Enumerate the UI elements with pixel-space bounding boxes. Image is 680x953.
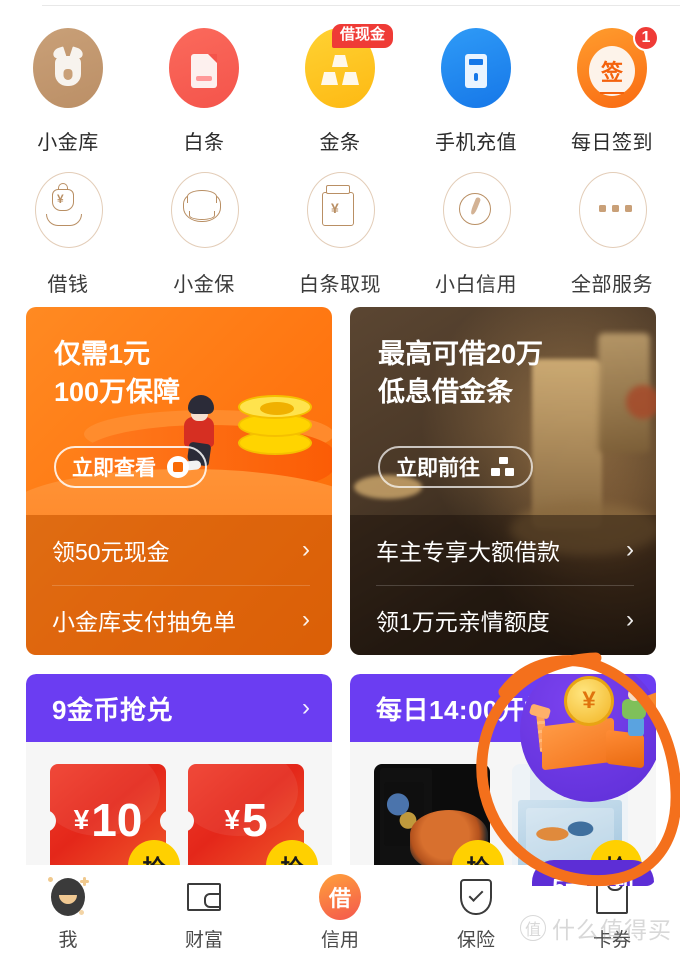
quick-entry-jintiao[interactable]: 借现金 金条	[278, 24, 402, 155]
watermark-logo-icon: 值	[520, 915, 546, 941]
credit-glyph: 借	[319, 874, 361, 920]
baitiao-card-icon	[165, 28, 243, 114]
promo-card-row: 9金币抢兑 › ¥10 抢 ¥5 抢	[26, 674, 656, 886]
tab-credit[interactable]: 借 信用	[272, 874, 408, 952]
person-illustration	[620, 688, 650, 736]
link-label: 车主专享大额借款	[376, 539, 560, 565]
coin-exchange-card[interactable]: 9金币抢兑 › ¥10 抢 ¥5 抢	[26, 674, 332, 886]
quick-entry-label: 白条取现	[299, 274, 381, 296]
loan-link-row[interactable]: 车主专享大额借款 ›	[350, 515, 656, 585]
insurance-cta-label: 立即查看	[72, 457, 156, 480]
quick-entry-label: 借钱	[47, 274, 89, 296]
site-watermark: 值 什么值得买	[520, 911, 672, 945]
tab-label: 财富	[184, 930, 223, 951]
hand-money-bag-icon: ¥	[29, 170, 107, 256]
coin-exchange-header[interactable]: 9金币抢兑 ›	[26, 674, 332, 742]
link-label: 领50元现金	[52, 539, 170, 565]
quick-entry-all-services[interactable]: 全部服务	[550, 170, 674, 297]
product-tile-snack[interactable]: 抢	[374, 764, 504, 886]
insurance-card-links: 领50元现金 › 小金库支付抽免单 ›	[26, 515, 332, 655]
chevron-right-icon: ›	[626, 536, 634, 563]
money-bag-icon	[29, 28, 107, 114]
quick-entry-daily-checkin[interactable]: 签 1 每日签到	[550, 25, 674, 155]
chevron-right-icon: ›	[302, 536, 310, 563]
promo-tag-badge: 借现金	[331, 24, 393, 48]
insurance-card-title: 仅需1元 100万保障	[54, 339, 181, 408]
quick-entry-xiaojinku[interactable]: 小金库	[6, 28, 130, 155]
app-screen: 小金库 白条 借现金 金条 手机充值 签 1 每日签到 ¥ 借钱 小金保 ¥ 白…	[0, 0, 680, 953]
phone-recharge-icon	[437, 28, 515, 114]
quick-entry-xiaojinbao[interactable]: 小金保	[142, 170, 266, 297]
quick-entry-label: 小白信用	[435, 274, 517, 296]
tab-wealth[interactable]: 财富	[136, 875, 272, 952]
quick-entry-baitiao-withdraw[interactable]: ¥ 白条取现	[278, 170, 402, 297]
insurance-link-row[interactable]: 小金库支付抽免单 ›	[26, 585, 332, 655]
quick-entry-label: 每日签到	[571, 132, 653, 154]
quick-entry-label: 手机充值	[435, 132, 517, 154]
chevron-right-icon: ›	[302, 694, 310, 721]
quick-entry-baitiao[interactable]: 白条	[142, 28, 266, 155]
tab-label: 信用	[320, 930, 359, 951]
quick-entry-row-secondary: ¥ 借钱 小金保 ¥ 白条取现 小白信用 全部服务	[0, 170, 680, 297]
coupon-tile[interactable]: ¥5 抢	[178, 746, 318, 886]
loan-cta-label: 立即前往	[396, 457, 480, 480]
quick-entry-label: 小金保	[173, 274, 235, 296]
checkin-stamp-icon: 签 1	[573, 25, 659, 114]
coupon-tile[interactable]: ¥10 抢	[40, 746, 180, 886]
gold-bars-icon: 借现金	[301, 24, 393, 114]
welfare-badge: 5元福利	[532, 860, 654, 886]
more-dots-icon	[573, 170, 651, 256]
loan-cta-button[interactable]: 立即前往	[378, 446, 533, 488]
link-label: 小金库支付抽免单	[52, 609, 236, 635]
chevron-right-icon: ›	[626, 606, 634, 633]
notification-count-badge: 1	[633, 25, 659, 51]
profile-avatar-icon	[46, 875, 90, 919]
tab-label: 保险	[456, 930, 495, 951]
shield-square-icon	[167, 456, 189, 478]
loan-card-links: 车主专享大额借款 › 领1万元亲情额度 ›	[350, 515, 656, 655]
tab-me[interactable]: 我	[0, 875, 136, 952]
wallet-icon	[182, 875, 226, 919]
quick-entry-row-primary: 小金库 白条 借现金 金条 手机充值 签 1 每日签到	[0, 24, 680, 155]
shield-check-icon	[454, 875, 498, 919]
insurance-card[interactable]: 仅需1元 100万保障 立即查看 领50元现金 › 小金库支付抽免单 ›	[26, 307, 332, 655]
quick-entry-phone-recharge[interactable]: 手机充值	[414, 28, 538, 155]
banner-card-row: 仅需1元 100万保障 立即查看 领50元现金 › 小金库支付抽免单 › 最高可…	[26, 307, 656, 655]
loan-link-row[interactable]: 领1万元亲情额度 ›	[350, 585, 656, 655]
quick-entry-label: 白条	[183, 132, 225, 154]
watermark-text: 什么值得买	[552, 917, 672, 943]
quick-entry-jieqian[interactable]: ¥ 借钱	[6, 170, 130, 297]
loan-card-title: 最高可借20万 低息借金条	[378, 339, 544, 408]
top-divider	[42, 5, 680, 6]
atm-withdraw-icon: ¥	[301, 170, 379, 256]
tab-label: 我	[58, 930, 78, 951]
gold-bars-outline-icon	[491, 457, 515, 477]
coin-stack-illustration	[238, 395, 312, 457]
quick-entry-label: 全部服务	[571, 274, 653, 296]
insurance-cta-button[interactable]: 立即查看	[54, 446, 207, 488]
link-label: 领1万元亲情额度	[376, 609, 550, 635]
coin-exchange-title: 9金币抢兑	[52, 694, 173, 725]
credit-jie-icon: 借	[318, 874, 362, 920]
gold-ingot-icon	[165, 170, 243, 256]
chevron-right-icon: ›	[302, 606, 310, 633]
flash-sale-card[interactable]: 每日14:00开抢 抢 抢 ¥	[350, 674, 656, 886]
quick-entry-label: 小金库	[37, 132, 99, 154]
credit-gauge-icon	[437, 170, 515, 256]
yuan-coin-icon: ¥	[564, 676, 614, 726]
insurance-link-row[interactable]: 领50元现金 ›	[26, 515, 332, 585]
loan-card[interactable]: 最高可借20万 低息借金条 立即前往 车主专享大额借款 › 领1万元亲情额度 ›	[350, 307, 656, 655]
quick-entry-xiaobai-credit[interactable]: 小白信用	[414, 170, 538, 297]
quick-entry-label: 金条	[319, 132, 361, 154]
